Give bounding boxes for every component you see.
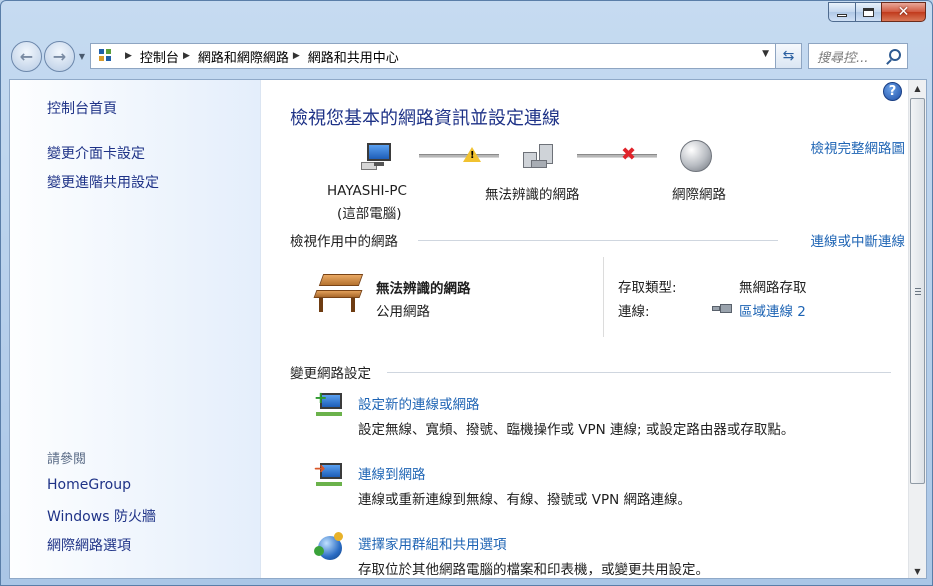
change-adapter-settings-link[interactable]: 變更介面卡設定	[47, 143, 145, 163]
setup-new-connection-desc: 設定無線、寬頻、撥號、臨機操作或 VPN 連線; 或設定路由器或存取點。	[358, 422, 795, 438]
page-title: 檢視您基本的網路資訊並設定連線	[290, 108, 560, 129]
connect-to-network-desc: 連線或重新連線到無線、有線、撥號或 VPN 網路連線。	[358, 492, 692, 508]
recent-pages-dropdown[interactable]: ▼	[76, 52, 88, 61]
vertical-scrollbar[interactable]: ▲ ▼	[908, 80, 926, 578]
control-panel-home-link[interactable]: 控制台首頁	[47, 98, 117, 118]
address-bar[interactable]: ▶ 控制台 ▶ 網路和網際網路 ▶ 網路和共用中心 ▼	[90, 43, 776, 69]
caption-buttons: ✕	[828, 2, 926, 22]
main-pane: ? 檢視您基本的網路資訊並設定連線 檢視完整網路圖 ! ✖ HAYASHI-PC…	[261, 80, 906, 578]
connect-to-network-icon: ➜	[314, 460, 346, 490]
refresh-button[interactable]: ⇆	[776, 43, 802, 69]
search-placeholder: 搜尋控...	[817, 50, 869, 66]
left-pane: 控制台首頁 變更介面卡設定 變更進階共用設定 請參閱 HomeGroup Win…	[10, 80, 261, 578]
window-frame: ✕ ← → ▼ ▶ 控制台 ▶ 網路和網際網路 ▶ 網路和共用中心 ▼ ⇆ 搜尋…	[0, 0, 933, 586]
close-icon: ✕	[897, 4, 910, 20]
breadcrumb-network-internet[interactable]: 網路和網際網路	[198, 47, 289, 66]
public-network-bench-icon	[313, 274, 364, 314]
warning-icon: !	[463, 147, 481, 162]
computer-sub: (這部電腦)	[337, 206, 402, 222]
address-dropdown-icon[interactable]: ▼	[762, 49, 769, 59]
windows-firewall-link[interactable]: Windows 防火牆	[47, 506, 156, 526]
section-divider	[387, 372, 891, 373]
homegroup-link[interactable]: HomeGroup	[47, 477, 131, 493]
scroll-up-icon[interactable]: ▲	[909, 80, 926, 97]
internet-label: 網際網路	[672, 187, 726, 203]
change-settings-heading: 變更網路設定	[290, 366, 371, 382]
refresh-icon: ⇆	[782, 48, 795, 64]
computer-name: HAYASHI-PC	[327, 183, 407, 199]
breadcrumb-control-panel[interactable]: 控制台	[140, 47, 179, 66]
connections-label: 連線:	[618, 304, 650, 320]
error-x-icon: ✖	[621, 144, 637, 165]
homegroup-sharing-link[interactable]: 選擇家用群組和共用選項	[358, 533, 507, 553]
back-button[interactable]: ←	[11, 40, 42, 72]
maximize-icon	[863, 7, 874, 17]
computer-icon	[361, 140, 395, 172]
forward-arrow-icon: →	[52, 46, 67, 66]
connection-line	[577, 154, 657, 158]
active-network-type: 公用網路	[376, 304, 430, 320]
breadcrumb-separator-icon[interactable]: ▶	[293, 51, 300, 61]
scrollbar-thumb[interactable]	[910, 98, 925, 484]
connect-to-network-link[interactable]: 連線到網路	[358, 463, 426, 483]
maximize-button[interactable]	[855, 2, 881, 22]
access-type-label: 存取類型:	[618, 280, 677, 296]
grip-icon	[915, 288, 921, 295]
unidentified-network-icon	[521, 138, 555, 172]
setup-new-connection-link[interactable]: 設定新的連線或網路	[358, 393, 480, 413]
breadcrumb-separator-icon[interactable]: ▶	[183, 51, 190, 61]
section-divider	[418, 240, 778, 241]
access-type-value: 無網路存取	[739, 280, 807, 296]
see-also-heading: 請參閱	[47, 452, 87, 467]
local-area-connection-link[interactable]: 區域連線 2	[739, 300, 806, 320]
homegroup-sharing-desc: 存取位於其他網路電腦的檔案和印表機，或變更共用設定。	[358, 562, 709, 578]
homegroup-icon	[314, 532, 346, 562]
vertical-divider	[603, 257, 604, 337]
control-panel-icon	[97, 48, 113, 64]
close-button[interactable]: ✕	[881, 2, 926, 22]
search-icon[interactable]	[889, 49, 901, 61]
see-full-map-link[interactable]: 檢視完整網路圖	[811, 137, 906, 157]
search-box[interactable]: 搜尋控...	[808, 43, 908, 69]
forward-button[interactable]: →	[44, 40, 75, 72]
ethernet-plug-icon	[712, 304, 734, 314]
change-advanced-sharing-link[interactable]: 變更進階共用設定	[47, 172, 159, 192]
new-connection-icon: +	[314, 390, 346, 420]
active-network-name: 無法辨識的網路	[376, 281, 471, 297]
connect-disconnect-link[interactable]: 連線或中斷連線	[811, 230, 906, 250]
minimize-icon	[837, 13, 847, 17]
active-networks-heading: 檢視作用中的網路	[290, 234, 398, 250]
breadcrumb-separator-icon[interactable]: ▶	[125, 51, 132, 61]
navigation-bar: ← → ▼ ▶ 控制台 ▶ 網路和網際網路 ▶ 網路和共用中心 ▼ ⇆ 搜尋控.…	[11, 39, 924, 73]
help-icon[interactable]: ?	[883, 82, 902, 101]
minimize-button[interactable]	[828, 2, 855, 22]
internet-options-link[interactable]: 網際網路選項	[47, 535, 131, 555]
breadcrumb-network-sharing-center[interactable]: 網路和共用中心	[308, 47, 399, 66]
back-arrow-icon: ←	[19, 46, 34, 66]
unidentified-network-label: 無法辨識的網路	[485, 187, 580, 203]
content-area: 控制台首頁 變更介面卡設定 變更進階共用設定 請參閱 HomeGroup Win…	[9, 79, 927, 579]
internet-globe-icon	[680, 140, 712, 172]
connection-line	[419, 154, 499, 158]
scroll-down-icon[interactable]: ▼	[909, 563, 926, 578]
